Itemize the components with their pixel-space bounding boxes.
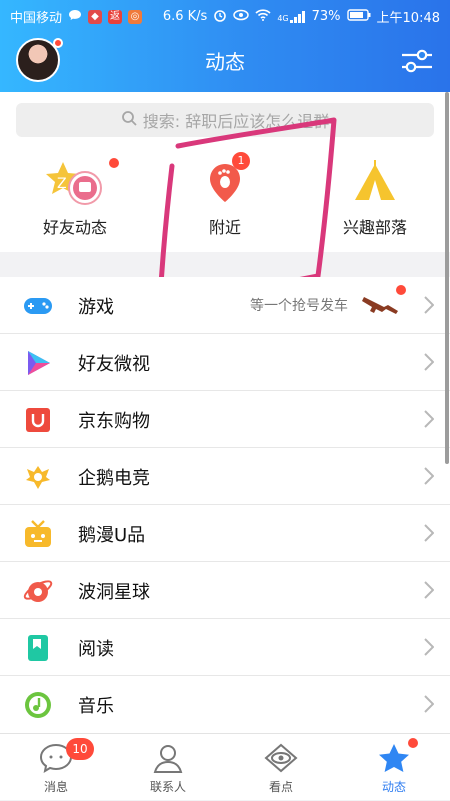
tab-messages[interactable]: 10 消息 bbox=[0, 734, 112, 801]
esports-icon bbox=[22, 462, 54, 492]
list-item-label: 游戏 bbox=[78, 297, 114, 318]
list-item-reading[interactable]: 阅读 bbox=[0, 619, 450, 676]
gamepad-icon bbox=[22, 291, 54, 321]
list-item-label: 鹅漫U品 bbox=[78, 525, 146, 546]
list-item-label: 波洞星球 bbox=[78, 582, 150, 603]
list-item-jd[interactable]: 京东购物 bbox=[0, 391, 450, 448]
weishi-icon bbox=[22, 348, 54, 378]
chevron-right-icon bbox=[424, 296, 435, 314]
tv-box-icon bbox=[22, 519, 54, 549]
contacts-person-icon bbox=[150, 742, 186, 774]
list-item-esports[interactable]: 企鹅电竞 bbox=[0, 448, 450, 505]
chevron-right-icon bbox=[424, 524, 435, 542]
tab-label: 动态 bbox=[381, 780, 406, 794]
list-item-eman[interactable]: 鹅漫U品 bbox=[0, 505, 450, 562]
star-icon bbox=[376, 742, 412, 774]
chevron-right-icon bbox=[424, 410, 435, 428]
tab-label: 消息 bbox=[43, 780, 68, 794]
rifle-icon bbox=[362, 293, 402, 317]
game-red-dot bbox=[396, 285, 406, 295]
list-item-weishi[interactable]: 好友微视 bbox=[0, 334, 450, 391]
service-list: 游戏 等一个抢号发车 好友微视 京东购物 企鹅电竞 鹅漫U品 波洞星球 阅读 音… bbox=[0, 277, 450, 733]
dongtai-dot bbox=[408, 738, 418, 748]
list-item-music[interactable]: 音乐 bbox=[0, 676, 450, 733]
eye-diamond-icon bbox=[263, 742, 299, 774]
list-item-bodong[interactable]: 波洞星球 bbox=[0, 562, 450, 619]
list-item-label: 好友微视 bbox=[78, 354, 150, 375]
game-hint: 等一个抢号发车 bbox=[250, 298, 348, 314]
messages-badge: 10 bbox=[66, 738, 94, 760]
bottom-tab-bar: 10 消息 联系人 看点 动态 bbox=[0, 733, 450, 800]
list-item-game[interactable]: 游戏 等一个抢号发车 bbox=[0, 277, 450, 334]
tab-label: 联系人 bbox=[149, 780, 186, 794]
planet-icon bbox=[22, 576, 54, 606]
list-item-label: 企鹅电竞 bbox=[78, 468, 150, 489]
tab-dongtai[interactable]: 动态 bbox=[338, 734, 450, 801]
list-item-label: 阅读 bbox=[78, 639, 114, 660]
list-item-label: 京东购物 bbox=[78, 411, 150, 432]
scrollbar[interactable] bbox=[445, 92, 449, 464]
bookmark-icon bbox=[22, 633, 54, 663]
jd-shopping-icon bbox=[22, 405, 54, 435]
tab-label: 看点 bbox=[268, 780, 293, 794]
tab-contacts[interactable]: 联系人 bbox=[112, 734, 224, 801]
music-icon bbox=[22, 690, 54, 720]
chevron-right-icon bbox=[424, 638, 435, 656]
chevron-right-icon bbox=[424, 695, 435, 713]
tab-kandian[interactable]: 看点 bbox=[225, 734, 337, 801]
chevron-right-icon bbox=[424, 467, 435, 485]
chevron-right-icon bbox=[424, 581, 435, 599]
chevron-right-icon bbox=[424, 353, 435, 371]
list-item-label: 音乐 bbox=[78, 696, 114, 717]
